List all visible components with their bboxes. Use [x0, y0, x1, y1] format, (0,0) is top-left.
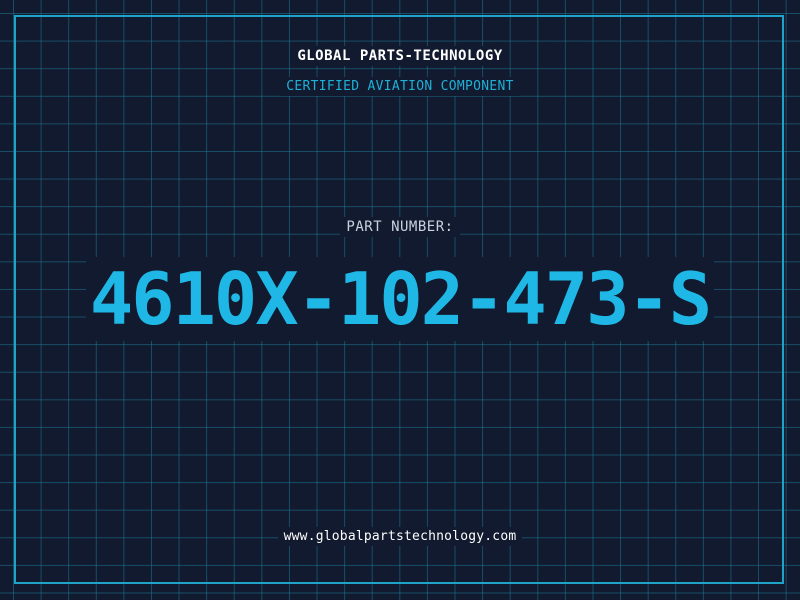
website-link: www.globalpartstechnology.com: [277, 527, 523, 546]
part-number-value: 4610X-102-473-S: [85, 257, 715, 341]
tagline-row: CERTIFIED AVIATION COMPONENT: [0, 77, 800, 96]
part-number-row: 4610X-102-473-S: [0, 257, 800, 341]
website-row: www.globalpartstechnology.com: [0, 527, 800, 546]
tagline: CERTIFIED AVIATION COMPONENT: [280, 77, 520, 96]
part-number-label-row: PART NUMBER:: [0, 217, 800, 237]
company-name-row: GLOBAL PARTS-TECHNOLOGY: [0, 46, 800, 66]
part-number-label: PART NUMBER:: [340, 217, 460, 237]
company-name: GLOBAL PARTS-TECHNOLOGY: [291, 46, 509, 66]
label-card: GLOBAL PARTS-TECHNOLOGY CERTIFIED AVIATI…: [0, 0, 800, 600]
